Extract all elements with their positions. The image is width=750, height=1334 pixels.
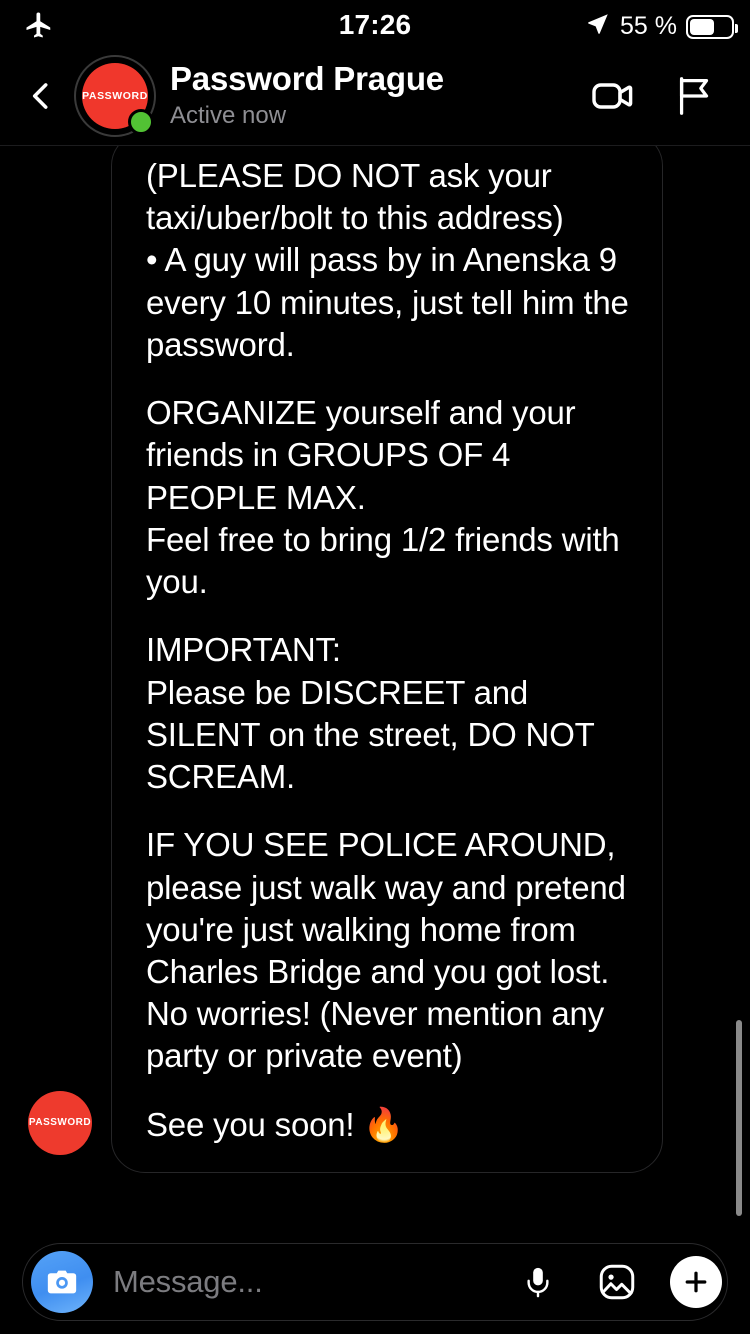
composer-icons bbox=[512, 1256, 722, 1308]
photo-gallery-icon[interactable] bbox=[591, 1256, 643, 1308]
presence-indicator bbox=[128, 108, 154, 135]
paragraph-spacer bbox=[146, 798, 632, 824]
camera-button[interactable] bbox=[31, 1251, 93, 1313]
paragraph-spacer bbox=[146, 1078, 632, 1104]
message-paragraph: IF YOU SEE POLICE AROUND, please just wa… bbox=[146, 826, 635, 1075]
message-composer bbox=[0, 1230, 750, 1334]
message-paragraph: IMPORTANT: Please be DISCREET and SILENT… bbox=[146, 631, 595, 796]
header-actions bbox=[588, 71, 750, 121]
location-arrow-icon bbox=[585, 11, 611, 42]
paragraph-spacer bbox=[146, 366, 632, 392]
chat-header: PASSWORD Password Prague Active now bbox=[0, 46, 750, 145]
page-title: Password Prague bbox=[170, 59, 444, 97]
message-sender-avatar-label: PASSWORD bbox=[28, 1117, 92, 1129]
chat-screen: 17:26 55 % PASSWORD Password Prague Acti… bbox=[0, 0, 750, 1334]
vertical-scrollbar[interactable] bbox=[736, 1020, 742, 1216]
status-bar-right: 55 % bbox=[585, 11, 738, 42]
message-paragraph: (PLEASE DO NOT ask your taxi/uber/bolt t… bbox=[146, 157, 629, 363]
video-camera-icon[interactable] bbox=[588, 71, 638, 121]
microphone-icon[interactable] bbox=[512, 1256, 564, 1308]
message-row: PASSWORD (PLEASE DO NOT ask your taxi/ub… bbox=[0, 146, 750, 1173]
avatar[interactable]: PASSWORD bbox=[74, 54, 156, 137]
composer-bar bbox=[22, 1243, 728, 1321]
header-text-block[interactable]: Password Prague Active now bbox=[170, 60, 588, 131]
message-input[interactable] bbox=[113, 1264, 512, 1300]
message-paragraph: ORGANIZE yourself and your friends in GR… bbox=[146, 394, 620, 601]
avatar-label: PASSWORD bbox=[82, 89, 148, 102]
status-bar: 17:26 55 % bbox=[0, 0, 750, 46]
presence-status-label: Active now bbox=[170, 101, 287, 129]
battery-icon bbox=[686, 14, 738, 39]
plus-icon[interactable] bbox=[670, 1256, 722, 1308]
battery-percent-label: 55 % bbox=[620, 12, 677, 40]
message-thread[interactable]: PASSWORD (PLEASE DO NOT ask your taxi/ub… bbox=[0, 146, 750, 1231]
flag-icon[interactable] bbox=[670, 71, 720, 121]
message-sender-avatar[interactable]: PASSWORD bbox=[28, 1090, 92, 1155]
message-paragraph: See you soon! 🔥 bbox=[146, 1105, 405, 1143]
message-bubble[interactable]: (PLEASE DO NOT ask your taxi/uber/bolt t… bbox=[111, 146, 663, 1173]
back-button[interactable] bbox=[0, 74, 74, 118]
paragraph-spacer bbox=[146, 603, 632, 629]
